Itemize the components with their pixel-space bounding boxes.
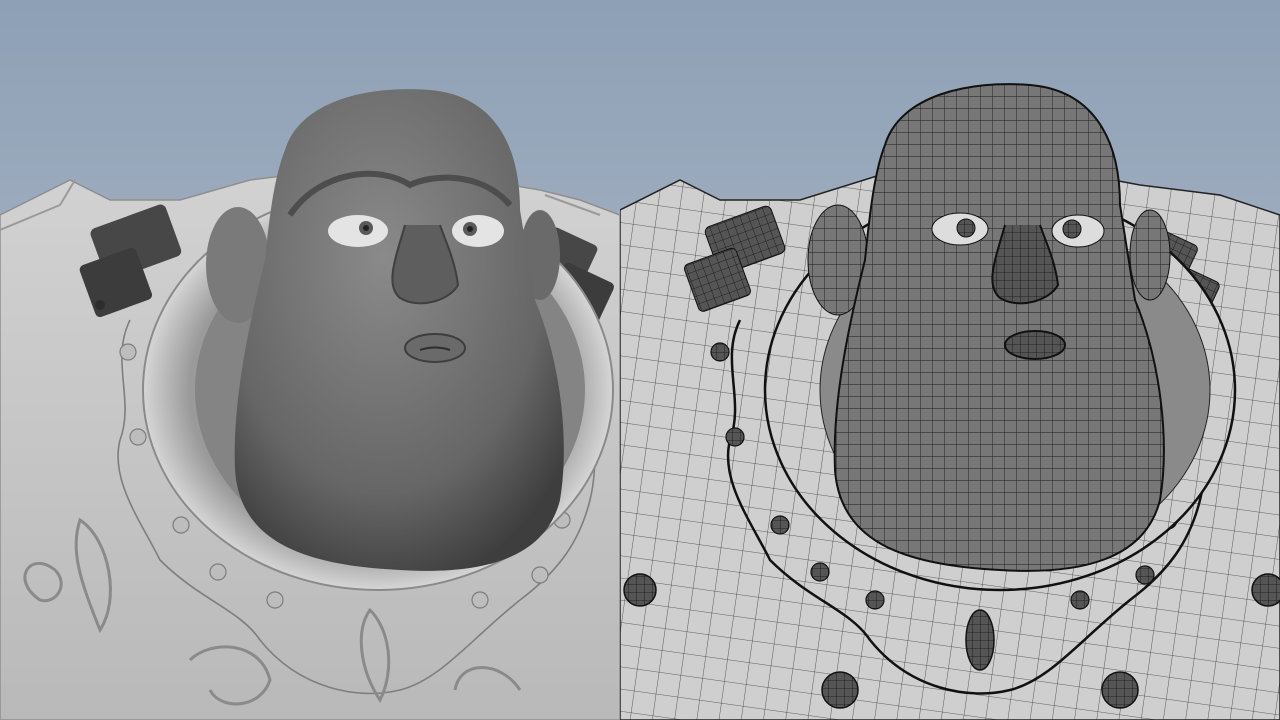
- head: [833, 83, 1165, 572]
- eye-right: [1051, 214, 1105, 248]
- eye-right: [452, 215, 504, 247]
- wireframe-render: [620, 0, 1280, 720]
- ear-right: [1129, 209, 1171, 301]
- eye-left: [931, 212, 989, 246]
- viewport-wireframe-on-shaded[interactable]: [620, 0, 1280, 720]
- mouth: [1004, 330, 1066, 360]
- shaded-render: [0, 0, 620, 720]
- eye-left: [328, 215, 388, 247]
- viewport-smooth-shaded[interactable]: [0, 0, 620, 720]
